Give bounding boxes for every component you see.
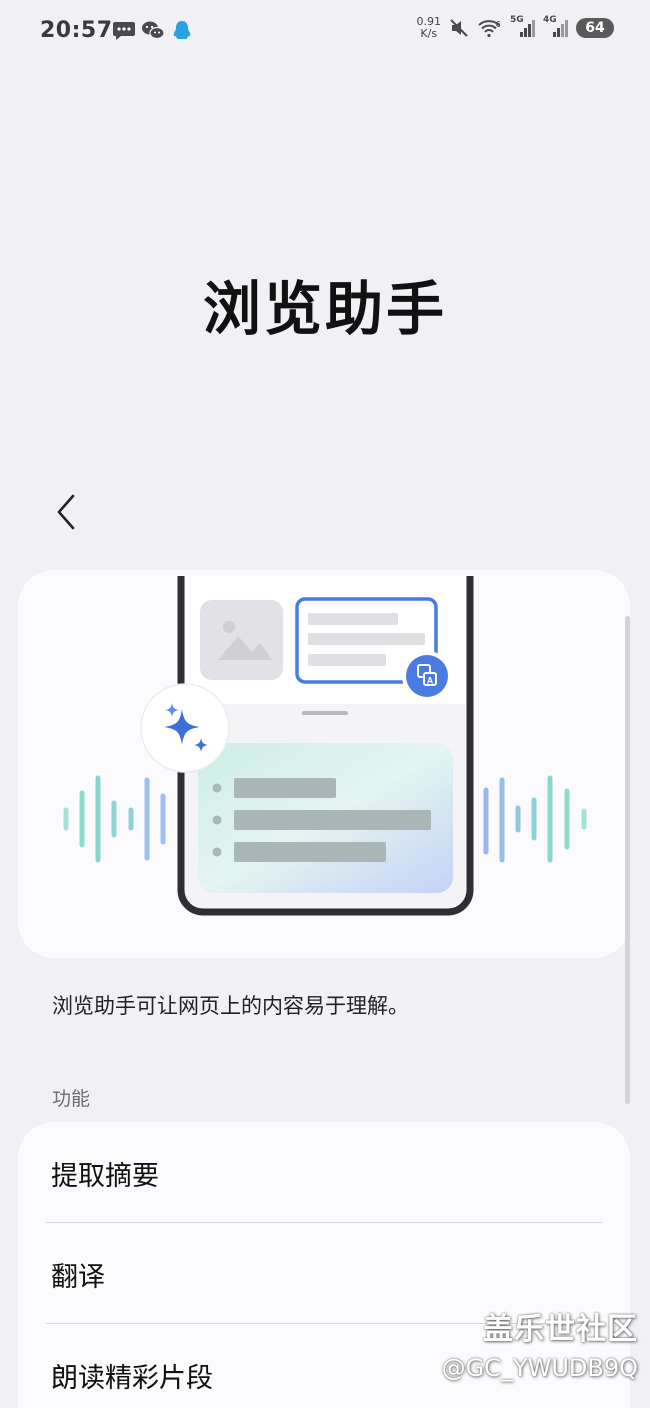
signal-4g: 4G [543,15,569,39]
mute-icon [450,19,468,37]
status-bar: 20:57 0.91 K/s 6 5G 4G 64 [0,0,650,66]
sparkle-icon [140,683,230,773]
notification-icons [112,20,194,42]
illustration-card: A [18,570,630,958]
translate-icon: A [402,651,452,701]
svg-text:6: 6 [496,20,501,29]
signal-bars-icon [553,20,568,37]
back-button[interactable] [46,488,86,536]
qq-icon [173,21,191,39]
wechat-icon [142,21,165,40]
screen: 20:57 0.91 K/s 6 5G 4G 64 浏览助手 A 浏览助手可让网… [0,0,650,1408]
scrollbar[interactable] [625,616,630,1104]
status-time: 20:57 [40,18,113,43]
feature-item-label: 翻译 [51,1262,105,1293]
page-title: 浏览助手 [202,275,447,343]
browsing-assist-illustration: A [63,576,587,916]
feature-item-summary[interactable]: 提取摘要 [18,1122,630,1222]
chevron-left-icon [57,494,75,530]
feature-item-label: 提取摘要 [51,1161,159,1192]
wifi-icon: 6 [478,20,501,38]
network-speed: 0.91 K/s [417,16,442,40]
features-section-header: 功能 [52,1088,91,1110]
net-speed-unit: K/s [420,27,438,40]
waveform-right-icon [483,775,587,863]
watermark-title: 盖乐世社区 [483,1312,638,1347]
feature-item-label: 朗读精彩片段 [51,1363,213,1394]
battery-indicator: 64 [576,18,614,38]
svg-text:A: A [427,676,434,686]
description-text: 浏览助手可让网页上的内容易于理解。 [52,994,409,1018]
image-icon [200,600,283,680]
signal-5g: 5G [510,15,536,39]
watermark-user: @GC_YWUDB9Q [441,1354,638,1382]
waveform-left-icon [63,775,166,863]
signal-bars-icon [520,20,535,37]
status-indicators: 0.91 K/s 6 5G 4G 64 [417,15,614,40]
message-icon [113,22,135,40]
